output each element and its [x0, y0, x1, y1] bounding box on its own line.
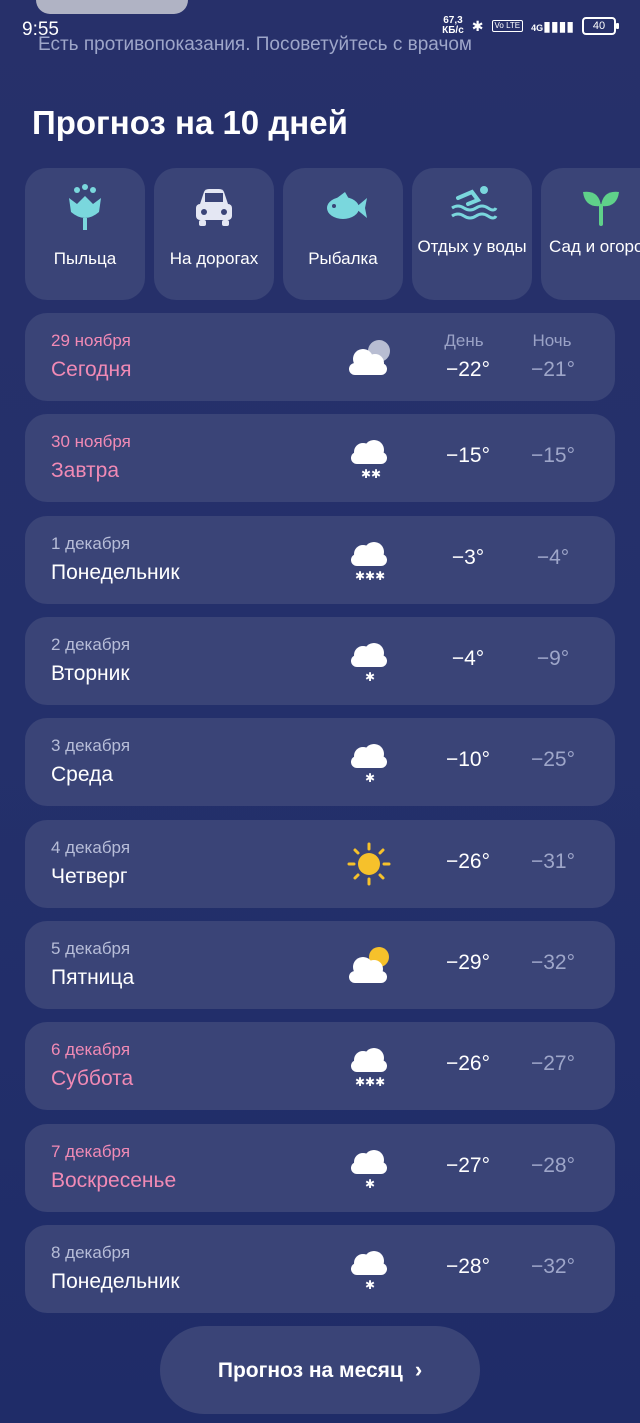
light-snow-icon: ✱: [351, 1251, 387, 1292]
status-icons: 67,3 КБ/с ✱ Vo LTE 4G▮▮▮▮ 40: [442, 15, 619, 36]
svg-text:✱✱✱: ✱✱✱: [355, 569, 385, 583]
temp-night: −4°: [536, 546, 570, 569]
forecast-date: 5 декабря: [51, 939, 131, 958]
light-snow-icon: ✱: [351, 643, 387, 684]
temp-day: −3°: [451, 546, 485, 569]
forecast-row[interactable]: 5 декабря Пятница −29° −32°: [25, 921, 615, 1009]
category-roads[interactable]: На дорогах: [154, 168, 274, 300]
temp-night: −27°: [530, 1052, 576, 1075]
forecast-weekday: Воскресенье: [51, 1169, 177, 1192]
forecast-weekday: Суббота: [51, 1067, 134, 1090]
temp-day: −4°: [451, 647, 485, 670]
forecast-row[interactable]: 7 декабря Воскресенье ✱ −27° −28°: [25, 1124, 615, 1212]
temp-day: −26°: [445, 1052, 491, 1075]
snow-icon: ✱✱: [351, 440, 387, 481]
forecast-date: 29 ноября: [51, 331, 131, 350]
temp-night: −21°: [530, 358, 576, 381]
svg-text:✱: ✱: [365, 1177, 375, 1191]
header-day: День: [444, 331, 484, 350]
svg-text:✱: ✱: [365, 771, 375, 785]
month-forecast-label: Прогноз на месяц: [217, 1359, 403, 1382]
forecast-date: 1 декабря: [51, 534, 131, 553]
temp-night: −25°: [530, 748, 576, 771]
temp-night: −32°: [530, 951, 576, 974]
category-carousel[interactable]: Пыльца На дорогах Рыбалка Отдых у воды С…: [25, 168, 640, 302]
volte-icon: Vo LTE: [491, 20, 524, 32]
heavy-snow-icon: ✱✱✱: [351, 1048, 387, 1089]
forecast-weekday: Сегодня: [51, 358, 132, 381]
temp-day: −28°: [445, 1255, 491, 1278]
sprout-icon: [583, 191, 619, 226]
forecast-weekday: Пятница: [51, 966, 135, 989]
svg-text:✱✱: ✱✱: [361, 467, 381, 481]
bluetooth-icon: ✱: [471, 17, 484, 34]
page-title: Прогноз на 10 дней: [32, 104, 348, 141]
svg-text:✱: ✱: [365, 670, 375, 684]
light-snow-icon: ✱: [351, 744, 387, 785]
category-garden[interactable]: Сад и огород: [541, 168, 640, 300]
temp-night: −15°: [530, 444, 576, 467]
heavy-snow-icon: ✱✱✱: [351, 542, 387, 583]
temp-day: −27°: [445, 1154, 491, 1177]
chevron-right-icon: ›: [414, 1357, 423, 1382]
temp-night: −32°: [530, 1255, 576, 1278]
network-speed: 67,3 КБ/с: [442, 15, 464, 36]
temp-day: −26°: [445, 850, 491, 873]
forecast-weekday: Четверг: [51, 865, 128, 888]
category-pollen[interactable]: Пыльца: [25, 168, 145, 300]
forecast-date: 6 декабря: [51, 1040, 131, 1059]
forecast-row-tomorrow[interactable]: 30 ноября Завтра ✱✱ −15° −15°: [25, 414, 615, 502]
forecast-date: 8 декабря: [51, 1243, 131, 1262]
temp-night: −31°: [530, 850, 576, 873]
forecast-weekday: Вторник: [51, 662, 130, 685]
forecast-row[interactable]: 2 декабря Вторник ✱ −4° −9°: [25, 617, 615, 705]
temp-day: −10°: [445, 748, 491, 771]
forecast-date: 3 декабря: [51, 736, 131, 755]
cloudy-icon: [349, 340, 390, 375]
flower-icon: [69, 184, 101, 230]
forecast-weekday: Понедельник: [51, 1270, 180, 1293]
forecast-weekday: Завтра: [51, 459, 120, 482]
forecast-date: 4 декабря: [51, 838, 131, 857]
fish-icon: [327, 192, 367, 219]
forecast-row[interactable]: 6 декабря Суббота ✱✱✱ −26° −27°: [25, 1022, 615, 1110]
contraindication-notice: Есть противопоказания. Посоветуйтесь с в…: [38, 34, 472, 55]
forecast-date: 30 ноября: [51, 432, 131, 451]
notification-pill: [36, 0, 188, 14]
battery-icon: 40: [582, 17, 619, 35]
temp-day: −22°: [445, 358, 491, 381]
temp-night: −9°: [536, 647, 570, 670]
forecast-row[interactable]: 4 декабря Четверг −26° −31°: [25, 820, 615, 908]
temp-day: −15°: [445, 444, 491, 467]
forecast-row[interactable]: 1 декабря Понедельник ✱✱✱ −3° −4°: [25, 516, 615, 604]
car-icon: [196, 189, 232, 226]
svg-text:✱: ✱: [365, 1278, 375, 1292]
sun-icon: [347, 842, 391, 886]
category-water-rest[interactable]: Отдых у воды: [412, 168, 532, 300]
forecast-row[interactable]: 3 декабря Среда ✱ −10° −25°: [25, 718, 615, 806]
svg-text:✱✱✱: ✱✱✱: [355, 1075, 385, 1089]
temp-night: −28°: [530, 1154, 576, 1177]
forecast-row-today[interactable]: 29 ноября Сегодня День Ночь −22° −21°: [25, 313, 615, 401]
forecast-date: 7 декабря: [51, 1142, 131, 1161]
light-snow-icon: ✱: [351, 1150, 387, 1191]
swimmer-icon: [451, 186, 498, 220]
signal-icon: 4G▮▮▮▮: [531, 17, 574, 34]
temp-day: −29°: [445, 951, 491, 974]
forecast-weekday: Понедельник: [51, 561, 180, 584]
forecast-row[interactable]: 8 декабря Понедельник ✱ −28° −32°: [25, 1225, 615, 1313]
forecast-weekday: Среда: [51, 763, 113, 786]
category-fishing[interactable]: Рыбалка: [283, 168, 403, 300]
header-night: Ночь: [532, 331, 572, 350]
partly-cloudy-icon: [349, 947, 389, 983]
forecast-date: 2 декабря: [51, 635, 131, 654]
month-forecast-button[interactable]: Прогноз на месяц ›: [160, 1326, 480, 1414]
